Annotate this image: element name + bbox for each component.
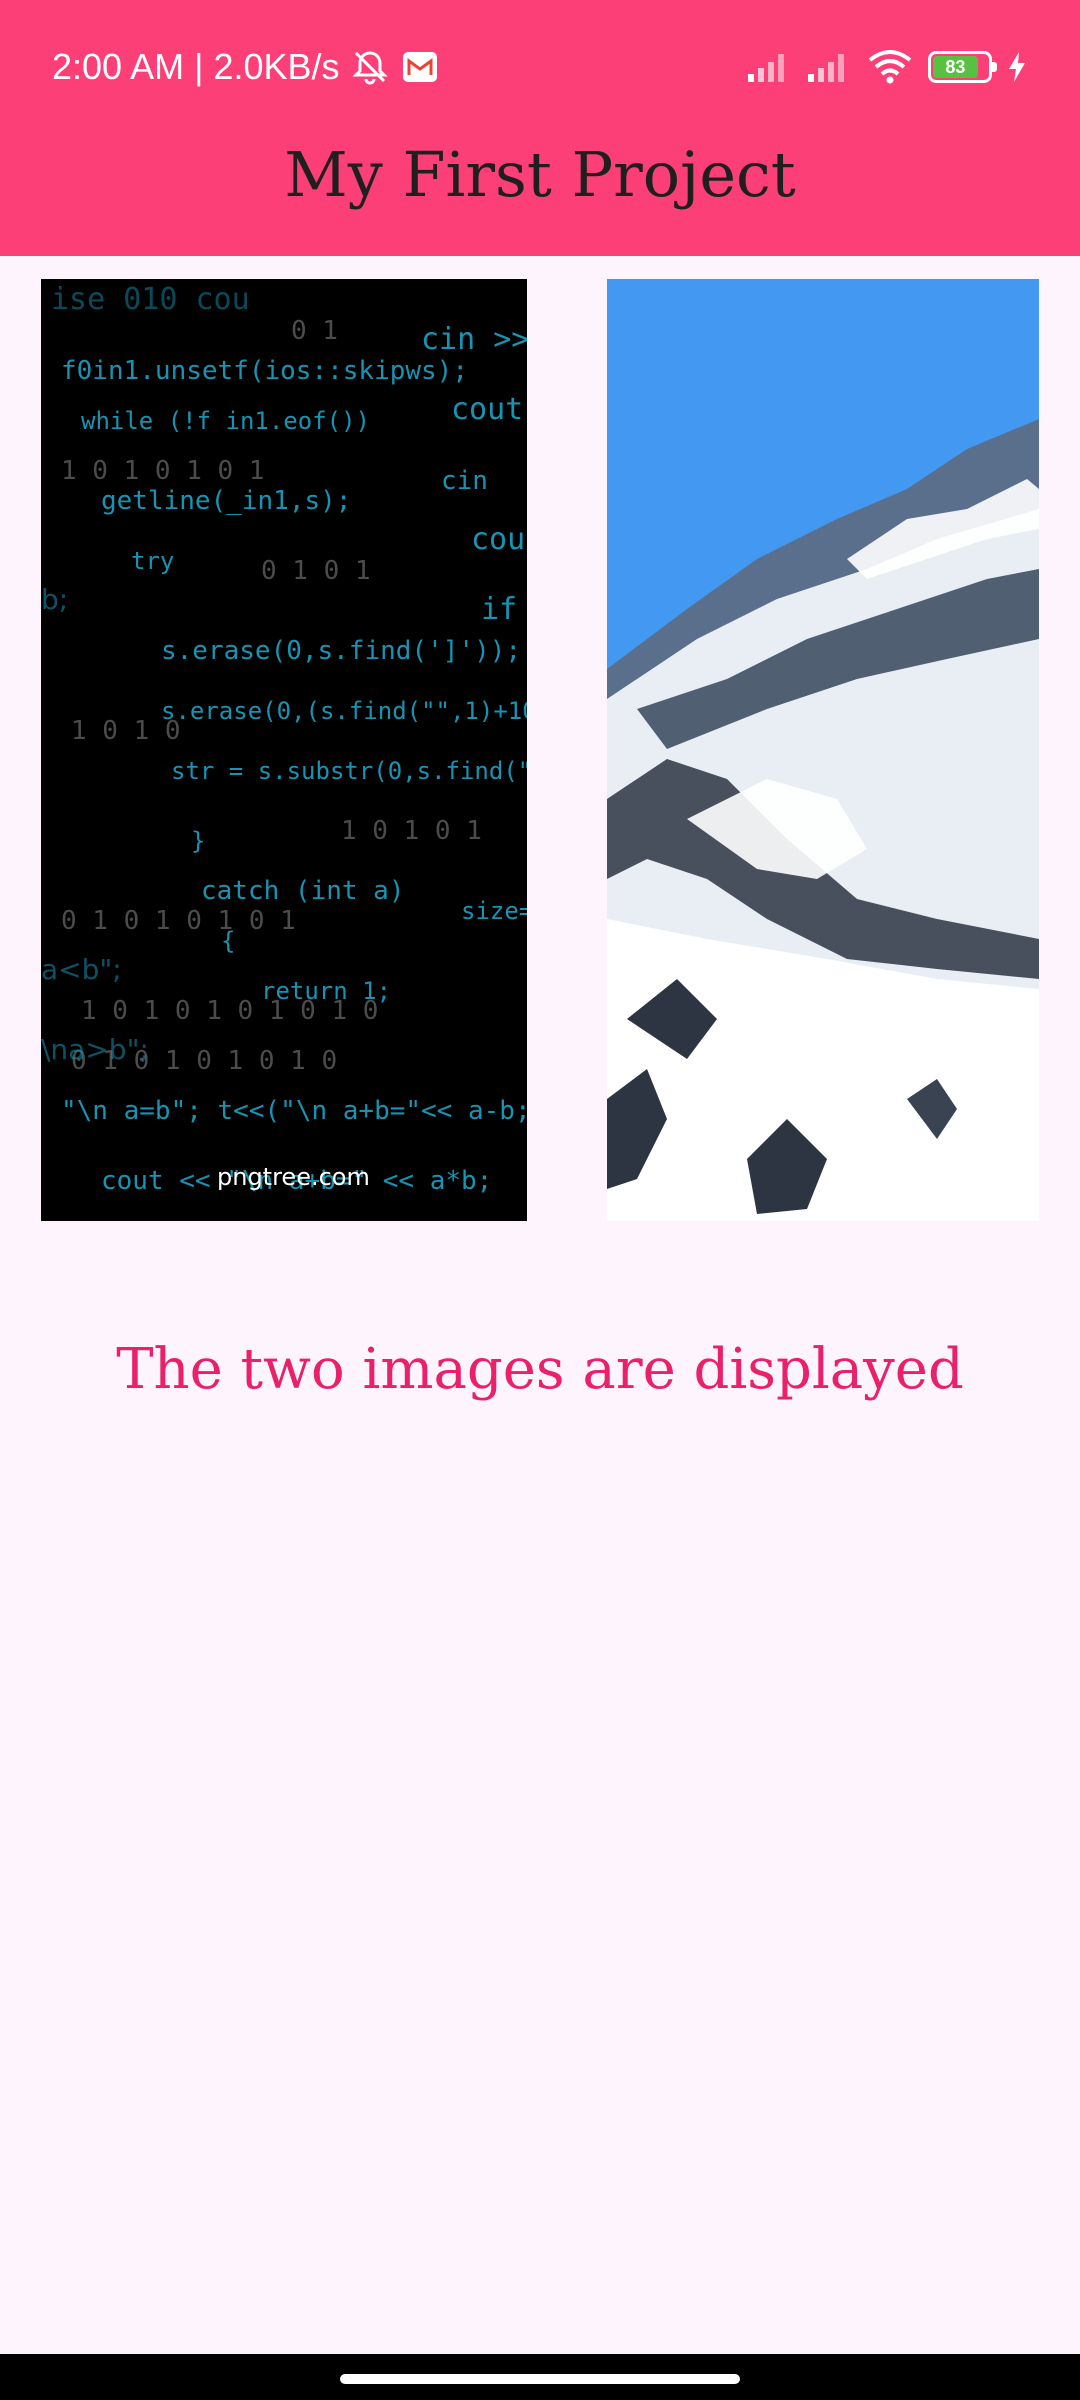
battery-icon: 83 [928,51,997,83]
status-time-speed: 2:00 AM | 2.0KB/s [52,46,340,87]
svg-text:try: try [131,547,174,575]
svg-text:getline(_in1,s);: getline(_in1,s); [101,486,351,516]
svg-text:str = s.substr(0,s.find("",1)): str = s.substr(0,s.find("",1))); [171,757,527,785]
svg-text:1 0 1 0: 1 0 1 0 [71,716,181,746]
svg-text:0 1 0 1 0 1 0 1: 0 1 0 1 0 1 0 1 [61,906,296,936]
svg-text:catch (int a): catch (int a) [201,876,405,906]
page-title: My First Project [284,138,796,211]
status-left: 2:00 AM | 2.0KB/s [52,42,440,92]
svg-text:1 0 1 0 1 0 1 0 1 0: 1 0 1 0 1 0 1 0 1 0 [81,996,378,1026]
svg-text:\na>b";: \na>b"; [41,1033,149,1066]
svg-text:s.erase(0,s.find(']'));: s.erase(0,s.find(']')); [161,636,521,666]
charging-icon [1009,52,1025,82]
battery-tip [992,62,997,72]
caption-text: The two images are displayed [116,1337,964,1402]
svg-text:0 1 0 1: 0 1 0 1 [261,556,371,586]
svg-text:cin >>: cin >> [421,322,527,357]
svg-text:ise 010 cou: ise 010 cou [51,282,250,317]
gmail-icon [402,52,437,82]
svg-text:cou: cou [471,522,525,557]
navigation-bar [0,2354,1080,2400]
svg-text:b;: b; [41,583,68,616]
svg-text:f0in1.unsetf(ios::skipws);: f0in1.unsetf(ios::skipws); [61,356,468,386]
status-bar: 2:00 AM | 2.0KB/s 83 [0,0,1080,132]
svg-text:"\n a=b"; t<<("\n a+b="<< a-b: "\n a=b"; t<<("\n a+b="<< a-b; [61,1096,527,1126]
svg-text:if (: if ( [481,592,527,627]
svg-text:while (!f in1.eof()): while (!f in1.eof()) [81,407,370,435]
svg-text:1 0 1 0 1: 1 0 1 0 1 [341,816,482,846]
code-image: ise 010 cou f0in1.unsetf(ios::skipws); w… [41,279,527,1221]
svg-text:1 0 1 0 1 0 1: 1 0 1 0 1 0 1 [61,456,265,486]
svg-text:cin: cin [441,466,488,496]
mountain-image-art [607,279,1039,1221]
mountain-image [607,279,1039,1221]
wifi-icon [868,50,912,84]
code-image-art: ise 010 cou f0in1.unsetf(ios::skipws); w… [41,279,527,1221]
svg-text:s.erase(0,(s.find("",1)+10));: s.erase(0,(s.find("",1)+10)); [161,697,527,725]
svg-text:}: } [191,827,205,855]
svg-text:size=: size= [461,897,527,925]
signal-icon [808,54,844,82]
alarm-off-icon [351,51,388,85]
status-right: 83 [746,44,1028,90]
svg-text:cout: cout [451,392,523,427]
home-gesture-handle[interactable] [340,2374,740,2384]
svg-text:0 1: 0 1 [291,316,338,346]
battery-level: 83 [933,56,978,78]
signal-icon [748,54,784,82]
svg-text:a<b";: a<b"; [41,953,122,986]
watermark-text: pngtree.com [217,1163,370,1191]
